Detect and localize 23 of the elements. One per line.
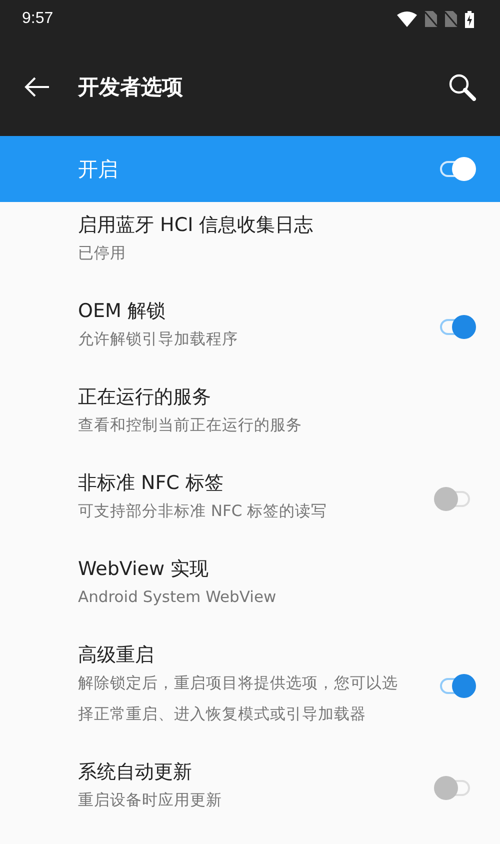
setting-summary: 查看和控制当前正在运行的服务 [78,415,303,436]
no-sim-icon [445,11,457,27]
battery-charging-icon [465,10,474,28]
wifi-icon [397,11,417,27]
setting-summary: 已停用 [78,243,127,264]
setting-summary: 解除锁定后，重启项目将提供选项，您可以选择正常重启、进入恢复模式或引导加载器 [78,673,398,725]
clock: 9:57 [22,10,54,28]
setting-title[interactable]: WebView 实现 [78,556,398,582]
switch-label: 开启 [78,156,118,182]
setting-summary: 可支持部分非标准 NFC 标签的读写 [78,501,328,522]
setting-summary: 允许解锁引导加载程序 [78,329,239,350]
setting-summary: Android System WebView [78,587,278,608]
page-title: 开发者选项 [78,74,184,101]
setting-title[interactable]: 非标准 NFC 标签 [78,470,398,496]
setting-summary: 重启设备时应用更新 [78,790,223,811]
setting-title[interactable]: 系统自动更新 [78,759,398,785]
setting-title[interactable]: 启用蓝牙 HCI 信息收集日志 [78,212,398,238]
search-icon[interactable] [448,73,476,101]
back-arrow-icon[interactable] [24,77,50,97]
no-sim-icon [425,11,437,27]
setting-title[interactable]: 高级重启 [78,642,398,668]
setting-title[interactable]: 正在运行的服务 [78,384,398,410]
setting-title[interactable]: OEM 解锁 [78,298,398,324]
